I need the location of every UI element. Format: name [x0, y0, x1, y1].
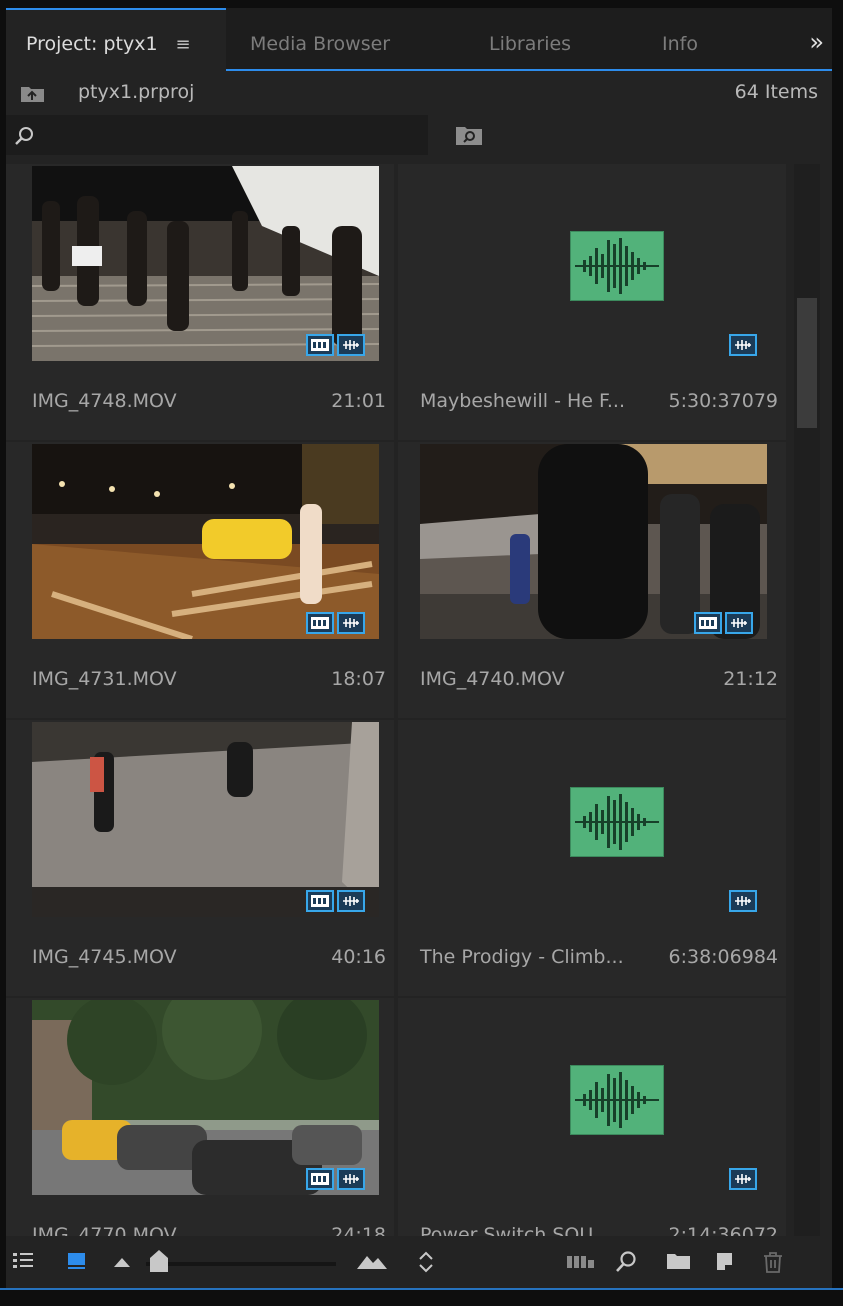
- scrollbar-thumb[interactable]: [797, 298, 817, 428]
- clip-duration: 21:01: [331, 390, 386, 412]
- media-tile[interactable]: IMG_4740.MOV 21:12: [398, 442, 786, 718]
- audio-track-icon: [729, 890, 757, 912]
- find-icon[interactable]: [614, 1250, 638, 1274]
- clip-duration: 5:30:37079: [668, 390, 778, 412]
- video-thumbnail: [32, 722, 379, 917]
- badges: [306, 1168, 365, 1190]
- folder-up-icon[interactable]: [20, 84, 46, 104]
- media-tile[interactable]: IMG_4748.MOV 21:01: [6, 164, 394, 440]
- tab-project[interactable]: Project: ptyx1 ≡: [6, 8, 226, 70]
- badges: [729, 334, 757, 356]
- vertical-scrollbar[interactable]: [794, 164, 820, 1236]
- clip-name: IMG_4770.MOV: [32, 1224, 177, 1236]
- video-thumbnail: [32, 444, 379, 639]
- tab-info-label: Info: [662, 33, 698, 55]
- clip-duration: 18:07: [331, 668, 386, 690]
- waveform-icon: [570, 787, 664, 857]
- search-input[interactable]: [42, 119, 426, 153]
- clip-name: IMG_4745.MOV: [32, 946, 177, 968]
- search-row: [6, 115, 832, 155]
- clip-duration: 2:14:36072: [668, 1224, 778, 1236]
- project-panel: Project: ptyx1 ≡ Media Browser Libraries …: [6, 8, 832, 1288]
- panel-footer-toolbar: [6, 1238, 832, 1286]
- waveform-icon: [570, 231, 664, 301]
- tab-info[interactable]: Info: [662, 8, 698, 70]
- trash-icon[interactable]: [762, 1250, 784, 1274]
- tab-libraries-label: Libraries: [489, 33, 572, 55]
- video-thumbnail: [420, 444, 767, 639]
- audio-track-icon: [337, 890, 365, 912]
- media-tile[interactable]: IMG_4745.MOV 40:16: [6, 720, 394, 996]
- video-track-icon: [694, 612, 722, 634]
- badges: [729, 890, 757, 912]
- video-track-icon: [306, 1168, 334, 1190]
- bin-icon-grid: IMG_4748.MOV 21:01 Maybeshewill - He F..…: [6, 164, 790, 1236]
- new-search-bin-icon[interactable]: [454, 123, 484, 147]
- audio-thumbnail: [424, 1000, 771, 1195]
- clip-name: Maybeshewill - He F...: [420, 390, 625, 412]
- audio-thumbnail: [424, 166, 771, 361]
- icon-view-icon[interactable]: [66, 1250, 88, 1272]
- media-tile[interactable]: Power Switch SOU... 2:14:36072: [398, 998, 786, 1236]
- tab-media-browser[interactable]: Media Browser: [250, 8, 390, 70]
- item-count: 64 Items: [734, 81, 818, 103]
- large-mountain-icon[interactable]: [356, 1250, 388, 1270]
- clip-name: IMG_4748.MOV: [32, 390, 177, 412]
- media-tile[interactable]: Maybeshewill - He F... 5:30:37079: [398, 164, 786, 440]
- audio-track-icon: [729, 1168, 757, 1190]
- waveform-icon: [570, 1065, 664, 1135]
- list-view-icon[interactable]: [12, 1250, 34, 1272]
- badges: [306, 334, 365, 356]
- video-thumbnail: [32, 166, 379, 361]
- automate-sequence-icon[interactable]: [566, 1252, 596, 1270]
- audio-track-icon: [337, 612, 365, 634]
- zoom-slider-track: [146, 1262, 336, 1266]
- project-file-name: ptyx1.prproj: [78, 81, 195, 103]
- media-tile[interactable]: The Prodigy - Climb... 6:38:06984: [398, 720, 786, 996]
- search-field[interactable]: [6, 115, 428, 155]
- clip-duration: 6:38:06984: [668, 946, 778, 968]
- panel-menu-icon[interactable]: ≡: [176, 34, 191, 55]
- new-item-icon[interactable]: [714, 1250, 736, 1272]
- new-bin-icon[interactable]: [666, 1251, 692, 1271]
- tab-libraries[interactable]: Libraries: [489, 8, 571, 70]
- audio-track-icon: [337, 334, 365, 356]
- audio-track-icon: [729, 334, 757, 356]
- video-track-icon: [306, 890, 334, 912]
- badges: [306, 890, 365, 912]
- tab-project-label: Project: ptyx1: [26, 33, 158, 55]
- breadcrumb: ptyx1.prproj 64 Items: [6, 71, 832, 115]
- audio-thumbnail: [424, 722, 771, 917]
- clip-name: The Prodigy - Climb...: [420, 946, 624, 968]
- badges: [306, 612, 365, 634]
- video-thumbnail: [32, 1000, 379, 1195]
- clip-name: IMG_4740.MOV: [420, 668, 565, 690]
- clip-name: Power Switch SOU...: [420, 1224, 612, 1236]
- clip-duration: 40:16: [331, 946, 386, 968]
- panel-tab-bar: Project: ptyx1 ≡ Media Browser Libraries …: [6, 8, 832, 70]
- media-tile[interactable]: IMG_4770.MOV 24:18: [6, 998, 394, 1236]
- clip-name: IMG_4731.MOV: [32, 668, 177, 690]
- tab-overflow-icon[interactable]: »: [809, 28, 824, 56]
- clip-duration: 21:12: [723, 668, 778, 690]
- audio-track-icon: [725, 612, 753, 634]
- audio-track-icon: [337, 1168, 365, 1190]
- video-track-icon: [306, 612, 334, 634]
- tab-media-browser-label: Media Browser: [250, 33, 391, 55]
- clip-duration: 24:18: [331, 1224, 386, 1236]
- small-mountain-icon[interactable]: [112, 1254, 132, 1268]
- video-track-icon: [306, 334, 334, 356]
- sort-icon[interactable]: [416, 1250, 436, 1274]
- search-icon: [15, 127, 33, 145]
- badges: [694, 612, 753, 634]
- media-tile[interactable]: IMG_4731.MOV 18:07: [6, 442, 394, 718]
- panel-border: [0, 1288, 843, 1290]
- zoom-slider[interactable]: [146, 1248, 336, 1274]
- badges: [729, 1168, 757, 1190]
- zoom-slider-handle[interactable]: [148, 1248, 170, 1274]
